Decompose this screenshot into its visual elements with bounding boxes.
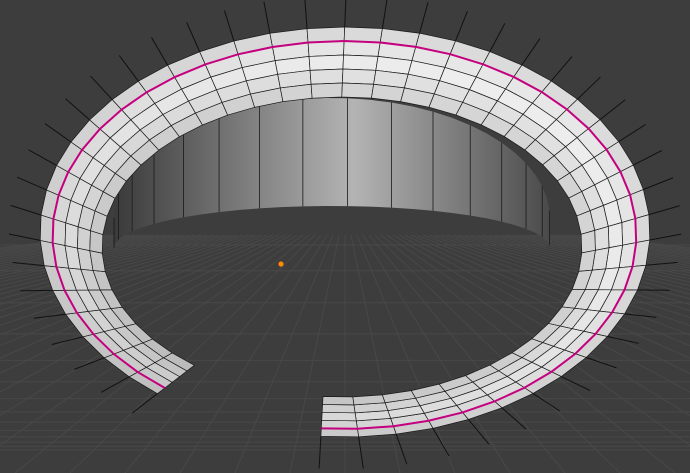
normal-line (186, 22, 201, 52)
normal-line (28, 149, 57, 166)
normal-line (223, 10, 235, 42)
normal-line (151, 37, 169, 66)
normal-line (561, 376, 591, 391)
normal-line (599, 99, 626, 120)
normal-line (90, 75, 113, 100)
mesh-face (306, 26, 346, 43)
normal-line (33, 313, 66, 319)
origin-dot-icon[interactable] (278, 261, 284, 267)
normal-line (381, 0, 388, 29)
mesh-face (341, 82, 375, 99)
normal-line (16, 176, 47, 191)
mesh-face (310, 82, 343, 99)
normal-line (607, 335, 639, 344)
mesh-face (341, 68, 377, 85)
normal-line (8, 233, 41, 241)
normal-line (649, 233, 682, 241)
normal-line (489, 23, 506, 52)
3d-viewport[interactable] (0, 0, 690, 473)
mesh-face (64, 222, 79, 249)
mesh-face (52, 218, 67, 246)
mesh-face (321, 404, 356, 414)
mesh-face (321, 412, 357, 422)
normal-line (624, 313, 657, 318)
normal-line (577, 76, 601, 100)
normal-line (10, 204, 42, 216)
mesh-face (607, 222, 623, 249)
normal-line (344, 0, 347, 28)
mesh-face (343, 40, 381, 57)
normal-line (618, 123, 646, 143)
mesh-face (309, 68, 344, 85)
mesh-face (342, 54, 379, 71)
normal-line (633, 150, 663, 166)
normal-line (532, 392, 561, 412)
mesh-face (621, 218, 637, 246)
normal-line (44, 123, 72, 143)
mesh-face (307, 40, 345, 57)
normal-line (263, 1, 271, 34)
mesh-face (322, 396, 355, 406)
normal-line (304, 0, 308, 29)
normal-line (419, 2, 429, 34)
normal-line (467, 419, 490, 445)
normal-line (550, 56, 573, 82)
normal-line (395, 433, 408, 465)
mesh-face (580, 229, 596, 254)
normal-line (586, 357, 617, 369)
normal-line (51, 336, 83, 346)
mesh-face (634, 214, 651, 244)
normal-line (318, 436, 322, 469)
normal-line (455, 11, 468, 42)
normal-line (74, 357, 105, 370)
mesh-face (308, 54, 344, 71)
normal-line (131, 393, 158, 414)
normal-line (118, 55, 139, 82)
mesh-scene[interactable] (0, 0, 690, 473)
normal-line (521, 38, 541, 66)
mesh-face (39, 214, 54, 244)
normal-line (358, 436, 364, 469)
normal-line (65, 98, 90, 121)
normal-line (643, 177, 674, 190)
mesh-face (594, 225, 610, 251)
mesh-face (352, 394, 386, 406)
normal-line (648, 205, 680, 216)
mesh-face (343, 26, 383, 43)
